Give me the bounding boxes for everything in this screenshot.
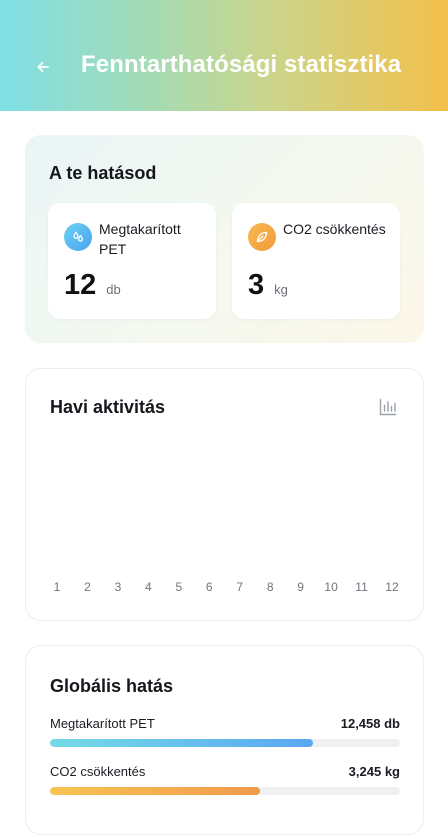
back-button[interactable] (28, 52, 58, 82)
month-label: 6 (205, 580, 213, 594)
droplets-icon (64, 223, 92, 251)
month-label: 1 (53, 580, 61, 594)
month-label: 10 (324, 580, 338, 594)
month-label: 12 (385, 580, 399, 594)
monthly-activity-card: Havi aktivitás 1 2 3 4 5 6 7 8 9 10 11 12 (25, 368, 424, 621)
month-label: 8 (266, 580, 274, 594)
arrow-left-icon (37, 61, 49, 73)
global-pet-label: Megtakarított PET (50, 716, 155, 731)
activity-chart-area (46, 439, 406, 589)
co2-reduction-value: 3 kg (248, 269, 288, 302)
month-label: 4 (145, 580, 152, 594)
global-co2-value: 3,245 kg (348, 764, 400, 779)
pet-saved-stat: Megtakarított PET 12 db (48, 203, 216, 319)
bar-chart-icon (379, 398, 397, 416)
co2-reduction-stat: CO2 csökkentés 3 kg (232, 203, 400, 319)
page-title: Fenntarthatósági statisztika (81, 51, 402, 78)
month-axis: 1 2 3 4 5 6 7 8 9 10 11 12 (46, 580, 403, 598)
month-label: 11 (355, 580, 368, 594)
impact-title: A te hatásod (49, 163, 157, 183)
pet-saved-value: 12 db (64, 269, 121, 302)
pet-saved-label: Megtakarított PET (99, 221, 181, 257)
month-label: 7 (236, 580, 244, 594)
app-header: Fenntarthatósági statisztika (0, 0, 448, 111)
activity-title: Havi aktivitás (50, 397, 166, 417)
global-pet-value: 12,458 db (340, 716, 400, 731)
pet-saved-unit: db (106, 282, 121, 297)
co2-reduction-number: 3 (248, 269, 265, 301)
global-co2-label: CO2 csökkentés (50, 764, 146, 779)
month-label: 2 (84, 580, 91, 594)
global-title: Globális hatás (50, 676, 174, 696)
global-pet-row: Megtakarított PET 12,458 db (50, 716, 400, 747)
month-label: 5 (175, 580, 183, 594)
co2-reduction-unit: kg (274, 282, 288, 297)
leaf-icon (248, 223, 276, 251)
month-label: 3 (114, 580, 122, 594)
global-co2-progress-fill (50, 787, 260, 795)
personal-impact-card: A te hatásod Megtakarított PET 12 db CO2… (25, 135, 424, 343)
global-pet-progress-fill (50, 739, 313, 747)
month-label: 9 (297, 580, 304, 594)
pet-saved-number: 12 (64, 269, 97, 301)
global-impact-card: Globális hatás Megtakarított PET 12,458 … (25, 645, 424, 835)
co2-reduction-label: CO2 csökkentés (283, 221, 386, 237)
global-co2-progress-track (50, 787, 400, 795)
global-co2-row: CO2 csökkentés 3,245 kg (50, 764, 400, 795)
chart-view-button[interactable] (378, 397, 400, 419)
global-pet-progress-track (50, 739, 400, 747)
